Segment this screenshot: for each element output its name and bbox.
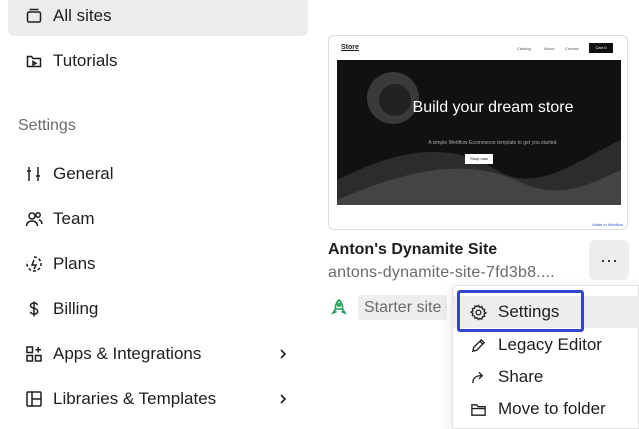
sliders-icon [24,164,44,184]
more-options-button[interactable]: ··· [589,240,629,280]
library-icon [24,389,44,409]
sidebar-item-label: General [53,164,114,183]
dollar-icon [24,299,44,319]
settings-section-title: Settings [18,117,76,134]
thumbnail-navbar: Store Catalog About Contact Cart 0 [329,36,627,60]
site-thumbnail[interactable]: Store Catalog About Contact Cart 0 Build… [328,35,628,230]
menu-item-settings[interactable]: Settings [453,296,639,328]
sidebar-item-team[interactable]: Team [8,199,308,239]
thumbnail-nav-link: Contact [565,46,579,51]
sidebar-item-libraries-templates[interactable]: Libraries & Templates [8,379,308,419]
thumbnail-hero-art [337,72,621,205]
menu-item-label: Legacy Editor [498,335,602,354]
menu-item-move-to-folder[interactable]: Move to folder [453,393,639,425]
thumbnail-nav-link: Catalog [517,46,531,51]
thumbnail-headline: Build your dream store [412,99,574,116]
menu-item-label: Move to folder [498,399,606,418]
sidebar-item-label: Apps & Integrations [53,344,202,363]
site-url: antons-dynamite-site-7fd3b8.... [328,264,555,281]
tutorials-icon [24,51,44,71]
thumbnail-logo: Store [341,44,359,51]
chevron-right-icon [280,394,287,404]
plans-icon [24,254,44,274]
chevron-right-icon [280,349,287,359]
share-arrow-icon [469,368,487,386]
pencil-icon [469,336,487,354]
sidebar-item-plans[interactable]: Plans [8,244,308,284]
sidebar-item-label: Billing [53,299,99,318]
sidebar-item-label: Team [53,209,95,228]
folder-icon [469,400,487,418]
menu-item-legacy-editor[interactable]: Legacy Editor [453,329,639,361]
users-icon [24,209,44,229]
site-context-menu: Settings Legacy Editor Share Move to fol… [452,285,639,429]
plan-badge: Starter site [358,295,448,320]
sidebar-item-billing[interactable]: Billing [8,289,308,329]
sidebar-item-apps-integrations[interactable]: Apps & Integrations [8,334,308,374]
starter-plan-icon [330,298,348,315]
menu-item-label: Settings [498,302,560,321]
thumbnail-subtext: A simple Webflow Ecommerce template to g… [428,140,558,146]
sidebar: All sites Tutorials Settings General Tea… [0,0,318,429]
sidebar-item-label: Tutorials [53,51,118,70]
thumbnail-cart-button: Cart 0 [589,43,613,53]
sidebar-item-all-sites[interactable]: All sites [8,0,308,36]
more-dots-icon: ··· [600,249,618,270]
sidebar-item-label: Libraries & Templates [53,389,217,408]
menu-item-share[interactable]: Share [453,361,639,393]
sidebar-item-general[interactable]: General [8,154,308,194]
sites-icon [24,6,44,26]
gear-icon [469,303,487,321]
thumbnail-hero: Build your dream store A simple Webflow … [337,60,621,205]
sidebar-item-tutorials[interactable]: Tutorials [8,41,308,81]
menu-item-label: Share [498,367,544,386]
site-name[interactable]: Anton's Dynamite Site [328,241,497,259]
made-in-webflow-badge: Made in Webflow [592,222,623,227]
thumbnail-nav-link: About [544,46,555,51]
sidebar-item-label: All sites [53,6,112,25]
sidebar-item-label: Plans [53,254,96,273]
thumbnail-cta-button: Shop now [465,154,493,164]
apps-icon [24,344,44,364]
